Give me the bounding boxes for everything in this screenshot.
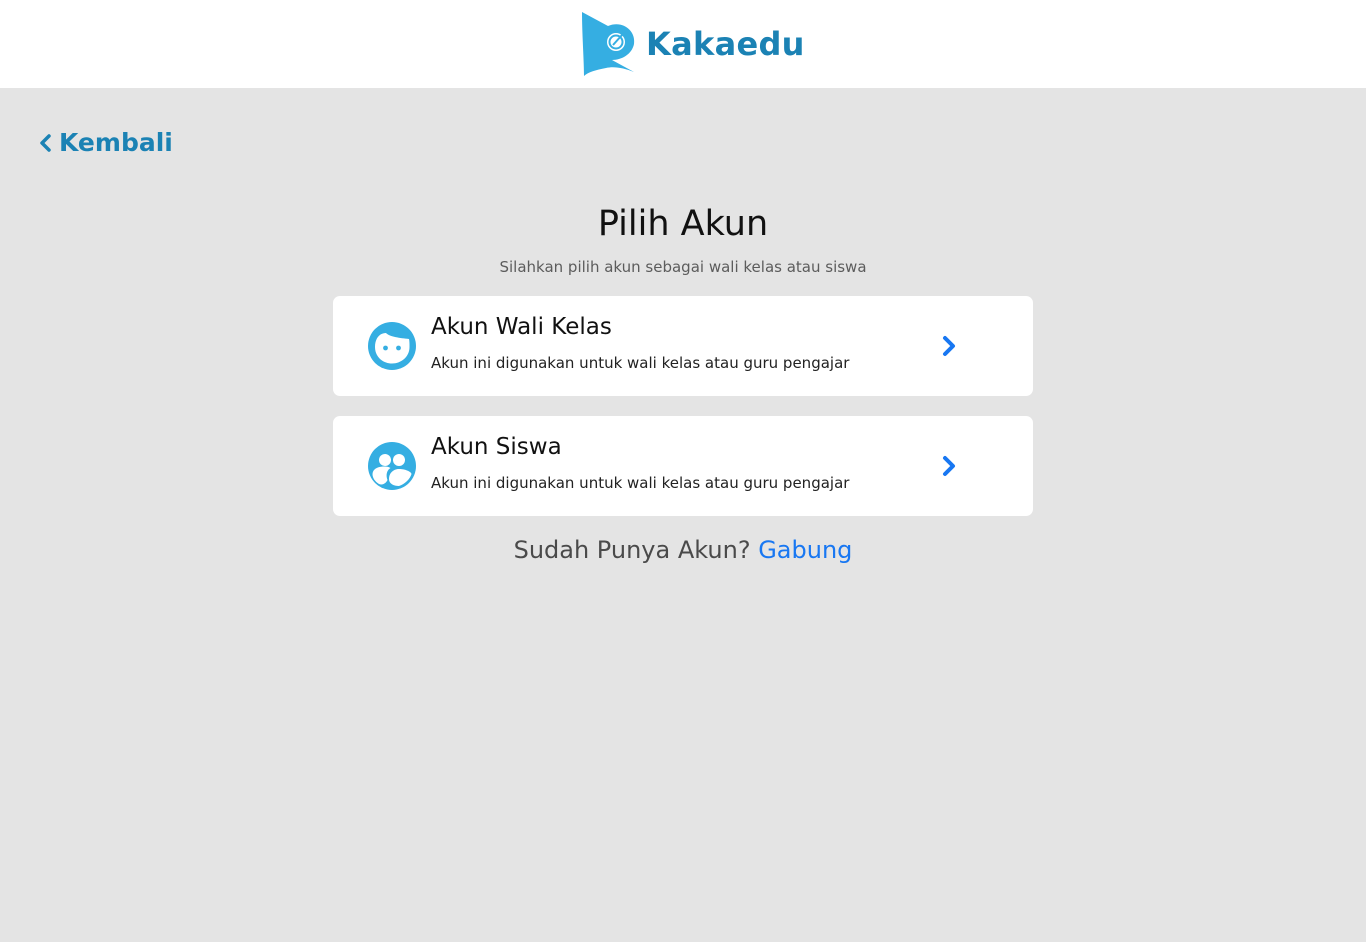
page-title: Pilih Akun <box>597 204 769 244</box>
account-card-wali-kelas[interactable]: Akun Wali Kelas Akun ini digunakan untuk… <box>333 296 1033 396</box>
teacher-face-icon <box>368 322 416 370</box>
account-card-siswa[interactable]: Akun Siswa Akun ini digunakan untuk wali… <box>333 416 1033 516</box>
login-prompt: Sudah Punya Akun? Gabung <box>0 536 1366 564</box>
account-description: Akun ini digunakan untuk wali kelas atau… <box>431 354 850 372</box>
kakaedu-logo-icon <box>582 12 635 76</box>
back-label: Kembali <box>59 128 173 157</box>
account-title: Akun Wali Kelas <box>431 314 612 340</box>
back-link[interactable]: Kembali <box>38 128 173 157</box>
chevron-right-icon <box>943 336 955 356</box>
chevron-left-icon <box>40 133 51 152</box>
account-description: Akun ini digunakan untuk wali kelas atau… <box>431 474 850 492</box>
login-prompt-text: Sudah Punya Akun? <box>513 536 751 564</box>
join-link[interactable]: Gabung <box>758 536 852 564</box>
page-subtitle: Silahkan pilih akun sebagai wali kelas a… <box>499 258 867 276</box>
brand[interactable]: Kakaedu <box>578 10 805 78</box>
account-title: Akun Siswa <box>431 434 562 460</box>
students-group-icon <box>368 442 416 490</box>
top-header: Kakaedu <box>0 0 1366 88</box>
chevron-right-icon <box>943 456 955 476</box>
brand-name: Kakaedu <box>646 25 805 63</box>
